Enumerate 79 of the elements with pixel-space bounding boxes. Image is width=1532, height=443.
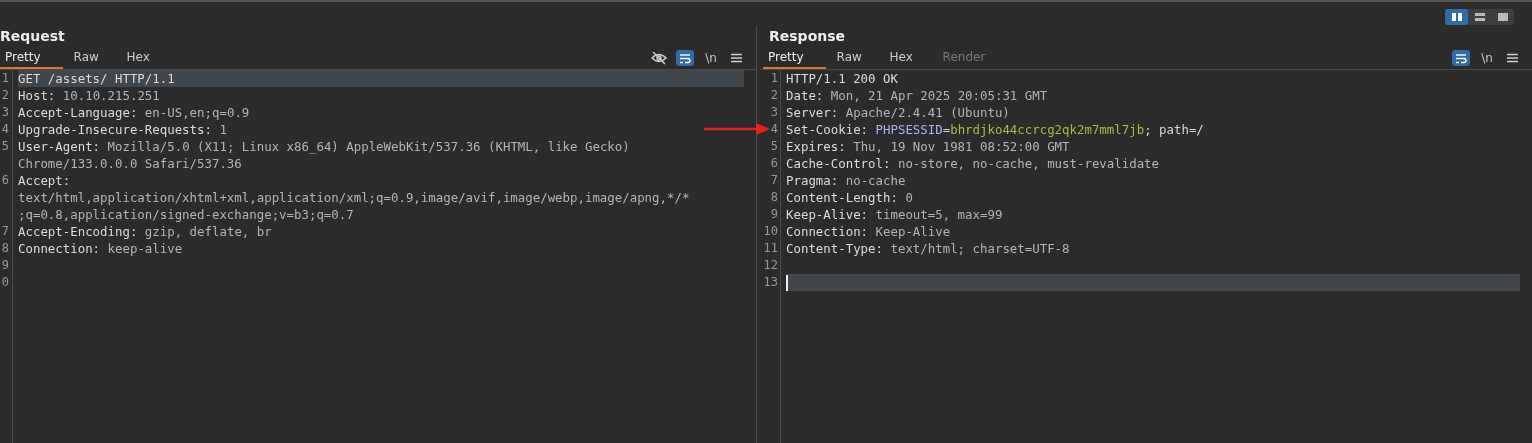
tab[interactable]: Raw [68,50,116,69]
header-name: Accept-Encoding: [18,223,138,240]
header-name: Accept-Language: [18,104,138,121]
header-name: Server: [786,104,839,121]
header-value: 10.10.215.251 [62,87,160,104]
header-value: no-store, no-cache, must-revalidate [897,155,1160,172]
line-number: 12 [763,257,779,274]
header-value: keep-alive [107,240,183,257]
header-name: Host: [18,87,56,104]
tab[interactable]: Hex [884,50,932,69]
header-value: no-cache [845,172,906,189]
header-name: Connection: [18,240,101,257]
line-number: 6 [770,155,779,172]
line-number: 9 [1,257,10,274]
newline-toggle[interactable]: \n [1479,50,1495,66]
header-name: Cache-Control: [786,155,891,172]
header-value: Mon, 21 Apr 2025 20:05:31 GMT [830,87,1048,104]
line-number: 7 [770,172,779,189]
header-name: Pragma: [786,172,839,189]
header-value: Mozilla/5.0 (X11; Linux x86_64) AppleWebKit/537.36 (KHTML, like Gecko) [107,138,630,155]
line-number: 5 [770,138,779,155]
header-value: text/html,application/xhtml+xml,application/xml;q=0.9,image/avif,image/webp,image/apng,*/* [18,189,690,206]
header-value: Chrome/133.0.0.0 Safari/537.36 [18,155,242,172]
header-name: Accept: [18,172,71,189]
columns-icon [1450,12,1463,22]
header-name: Set-Cookie: [786,121,869,138]
header-value: Keep-Alive [875,223,951,240]
header-name: Content-Length: [786,189,898,206]
header-value: en-US,en;q=0.9 [144,104,250,121]
header-name: Content-Type: [786,240,883,257]
newline-toggle[interactable]: \n [703,50,719,66]
line-number: 1 [1,70,10,87]
wrap-icon[interactable] [676,50,694,66]
line-number: 1 [770,70,779,87]
header-value: 1 [219,121,227,138]
single-pane-icon [1496,12,1509,22]
wrap-icon[interactable] [1452,50,1470,66]
pane-title: Response [768,27,847,46]
header-value: text/html; charset=UTF-8 [890,240,1070,257]
cookie-text: = [942,121,951,138]
tab[interactable]: Raw [831,50,879,69]
header-name: Connection: [786,223,869,240]
line-number: 11 [763,240,779,257]
line-number: 4 [1,121,10,138]
tab[interactable]: Hex [121,50,169,69]
header-value: 0 [905,189,913,206]
pane-title: Request [0,27,66,46]
layout-button[interactable] [1445,9,1468,25]
cookie-text: ; path=/ [1144,121,1204,138]
header-value: gzip, deflate, br [144,223,272,240]
header-name: Keep-Alive: [786,206,869,223]
header-value: Apache/2.4.41 (Ubuntu) [845,104,1010,121]
rows-icon [1473,12,1486,22]
line-number: 13 [763,274,779,291]
line-number: 2 [1,87,10,104]
line-number: 9 [770,206,779,223]
header-name: Upgrade-Insecure-Requests: [18,121,212,138]
line-number: 4 [770,121,779,138]
cookie-text: bhrdjko44ccrcg2qk2m7mml7jb [950,121,1145,138]
header-value: ;q=0.8,application/signed-exchange;v=b3;q=0.7 [18,206,354,223]
line-number: 2 [770,87,779,104]
hide-icon[interactable] [651,50,667,66]
header-name: Expires: [786,138,846,155]
line-number: 8 [1,240,10,257]
header-value: timeout=5, max=99 [875,206,1003,223]
header-name: Date: [786,87,824,104]
header-value: Thu, 19 Nov 1981 08:52:00 GMT [853,138,1070,155]
header-name: User-Agent: [18,138,101,155]
line-number: 0 [1,274,10,291]
cookie-text: PHPSESSID [875,121,943,138]
line-number: 3 [1,104,10,121]
line-number: 8 [770,189,779,206]
line-number: 5 [1,138,10,155]
line-number: 6 [1,172,10,189]
header-name: GET /assets/ HTTP/1.1 [18,70,175,87]
line-number: 10 [763,223,779,240]
line-number: 7 [1,223,10,240]
header-name: HTTP/1.1 200 OK [786,70,898,87]
line-number: 3 [770,104,779,121]
